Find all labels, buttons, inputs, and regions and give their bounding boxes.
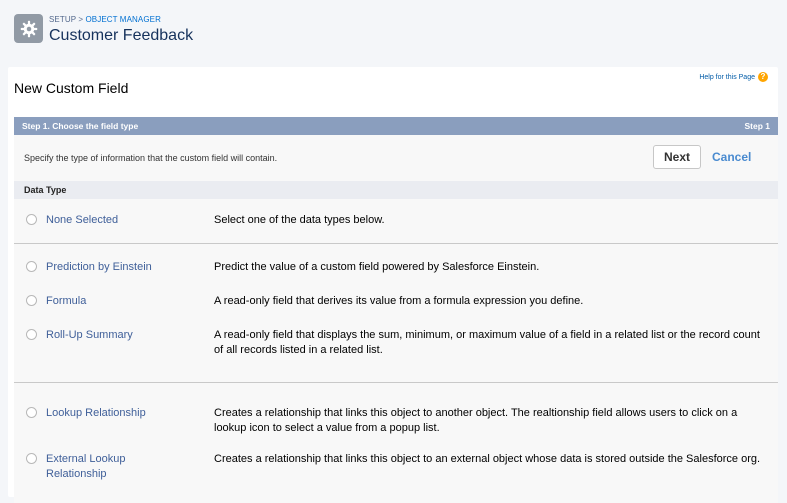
option-description: A read-only field that displays the sum,…: [214, 329, 760, 356]
option-description: Creates a relationship that links this o…: [214, 453, 761, 465]
radio-button-none-selected[interactable]: [26, 214, 37, 225]
breadcrumb-setup: SETUP: [49, 15, 77, 24]
radio-button-prediction-by-einstein[interactable]: [26, 261, 37, 272]
cancel-link[interactable]: Cancel: [712, 150, 751, 164]
instruction-row: Specify the type of information that the…: [14, 135, 778, 181]
breadcrumb-separator: >: [78, 15, 84, 24]
radio-button-roll-up-summary[interactable]: [26, 329, 37, 340]
data-type-header-label: Data Type: [24, 185, 67, 195]
option-label-prediction-by-einstein[interactable]: Prediction by Einstein: [46, 260, 186, 275]
option-label-roll-up-summary[interactable]: Roll-Up Summary: [46, 328, 186, 343]
option-label-none-selected[interactable]: None Selected: [46, 213, 186, 228]
option-label-lookup-relationship[interactable]: Lookup Relationship: [46, 406, 186, 421]
option-description: Select one of the data types below.: [214, 214, 385, 226]
page-header: SETUP > OBJECT MANAGER Customer Feedback: [0, 0, 787, 60]
page-title: New Custom Field: [14, 80, 129, 96]
breadcrumb: SETUP > OBJECT MANAGER: [49, 15, 161, 24]
radio-button-lookup-relationship[interactable]: [26, 407, 37, 418]
option-label-formula[interactable]: Formula: [46, 294, 186, 309]
option-description: Creates a relationship that links this o…: [214, 407, 738, 434]
data-type-group: Prediction by Einstein Predict the value…: [14, 244, 778, 382]
data-type-group: None Selected Select one of the data typ…: [14, 199, 778, 243]
step-bar: Step 1. Choose the field type Step 1: [14, 117, 778, 135]
new-custom-field-panel: New Custom Field Help for this Page ? St…: [8, 67, 778, 503]
next-button[interactable]: Next: [653, 145, 701, 169]
data-type-header: Data Type: [14, 181, 778, 199]
radio-button-formula[interactable]: [26, 295, 37, 306]
help-link[interactable]: Help for this Page ?: [699, 72, 768, 82]
object-title: Customer Feedback: [49, 27, 194, 44]
radio-button-external-lookup-relationship[interactable]: [26, 453, 37, 464]
step-counter: Step 1: [744, 121, 770, 131]
help-link-label: Help for this Page: [699, 73, 755, 81]
question-icon: ?: [758, 72, 768, 82]
step-title: Step 1. Choose the field type: [22, 121, 139, 131]
instruction-text: Specify the type of information that the…: [24, 153, 278, 163]
option-description: A read-only field that derives its value…: [214, 295, 584, 307]
gear-icon: [14, 14, 43, 43]
option-label-external-lookup-relationship[interactable]: External Lookup Relationship: [46, 452, 156, 482]
breadcrumb-object-manager-link[interactable]: OBJECT MANAGER: [85, 15, 161, 24]
option-description: Predict the value of a custom field powe…: [214, 261, 540, 273]
data-type-group: Lookup Relationship Creates a relationsh…: [14, 383, 778, 503]
